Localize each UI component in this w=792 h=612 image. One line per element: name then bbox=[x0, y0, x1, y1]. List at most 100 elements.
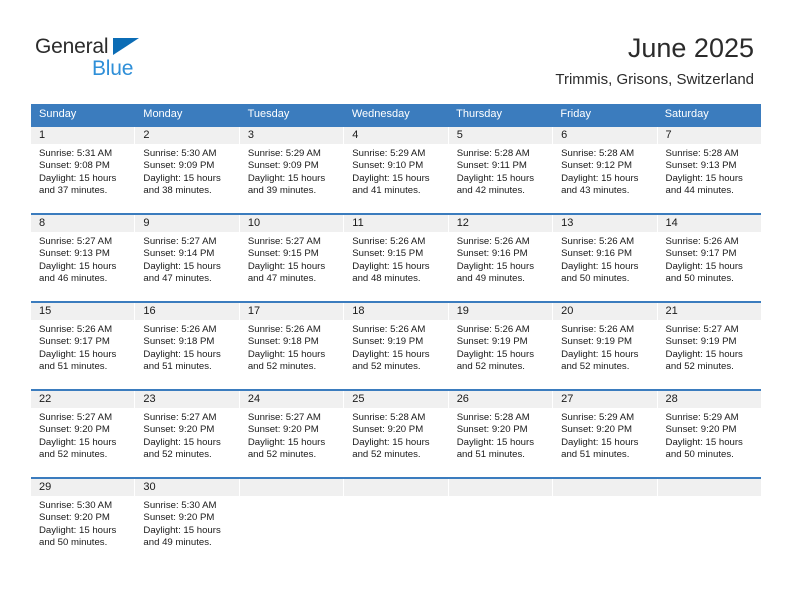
day-details: Sunrise: 5:26 AM Sunset: 9:19 PM Dayligh… bbox=[449, 320, 552, 374]
sunset-text: Sunset: 9:13 PM bbox=[39, 248, 110, 260]
daylight-text-line2: and 42 minutes. bbox=[456, 185, 525, 197]
sunset-text: Sunset: 9:17 PM bbox=[39, 336, 110, 348]
sunset-text: Sunset: 9:16 PM bbox=[561, 248, 633, 260]
day-number: 24 bbox=[239, 391, 344, 408]
day-details: Sunrise: 5:27 AM Sunset: 9:15 PM Dayligh… bbox=[240, 232, 343, 286]
day-number: 16 bbox=[135, 303, 239, 320]
sunrise-text: Sunrise: 5:28 AM bbox=[561, 148, 635, 159]
day-cell[interactable]: 12 Sunrise: 5:26 AM Sunset: 9:16 PM Dayl… bbox=[448, 215, 554, 301]
day-cell[interactable]: 19 Sunrise: 5:26 AM Sunset: 9:19 PM Dayl… bbox=[448, 303, 554, 389]
general-blue-logo[interactable]: General Blue bbox=[35, 36, 255, 88]
day-cell[interactable]: 22 Sunrise: 5:27 AM Sunset: 9:20 PM Dayl… bbox=[31, 391, 136, 477]
day-number: 19 bbox=[448, 303, 553, 320]
day-details: Sunrise: 5:27 AM Sunset: 9:19 PM Dayligh… bbox=[658, 320, 761, 374]
day-cell[interactable]: 15 Sunrise: 5:26 AM Sunset: 9:17 PM Dayl… bbox=[31, 303, 136, 389]
week-row: 29 Sunrise: 5:30 AM Sunset: 9:20 PM Dayl… bbox=[31, 477, 761, 565]
daylight-text-line1: Daylight: 15 hours bbox=[561, 172, 639, 184]
daylight-text-line1: Daylight: 15 hours bbox=[665, 172, 743, 184]
day-details: Sunrise: 5:26 AM Sunset: 9:16 PM Dayligh… bbox=[553, 232, 656, 286]
day-cell[interactable]: 1 Sunrise: 5:31 AM Sunset: 9:08 PM Dayli… bbox=[31, 127, 136, 213]
daylight-text-line2: and 44 minutes. bbox=[665, 185, 734, 197]
weekday-header-tuesday: Tuesday bbox=[247, 108, 290, 120]
sunrise-text: Sunrise: 5:27 AM bbox=[247, 412, 321, 423]
daylight-text-line1: Daylight: 15 hours bbox=[247, 348, 326, 360]
sunrise-text: Sunrise: 5:28 AM bbox=[665, 148, 739, 159]
sunrise-text: Sunrise: 5:26 AM bbox=[352, 324, 426, 335]
day-cell[interactable]: 23 Sunrise: 5:27 AM Sunset: 9:20 PM Dayl… bbox=[135, 391, 240, 477]
day-cell[interactable]: 20 Sunrise: 5:26 AM Sunset: 9:19 PM Dayl… bbox=[553, 303, 658, 389]
sunset-text: Sunset: 9:20 PM bbox=[39, 424, 110, 436]
day-cell[interactable]: 11 Sunrise: 5:26 AM Sunset: 9:15 PM Dayl… bbox=[344, 215, 449, 301]
day-number: 17 bbox=[239, 303, 344, 320]
day-cell[interactable]: 13 Sunrise: 5:26 AM Sunset: 9:16 PM Dayl… bbox=[553, 215, 658, 301]
day-cell[interactable]: 4 Sunrise: 5:29 AM Sunset: 9:10 PM Dayli… bbox=[344, 127, 449, 213]
daylight-text-line1: Daylight: 15 hours bbox=[456, 260, 535, 272]
daylight-text-line1: Daylight: 15 hours bbox=[143, 524, 221, 536]
day-details: Sunrise: 5:28 AM Sunset: 9:12 PM Dayligh… bbox=[553, 144, 656, 198]
daylight-text-line2: and 47 minutes. bbox=[143, 273, 212, 285]
daylight-text-line2: and 50 minutes. bbox=[665, 449, 734, 461]
week-row: 15 Sunrise: 5:26 AM Sunset: 9:17 PM Dayl… bbox=[31, 301, 761, 389]
day-cell[interactable]: 9 Sunrise: 5:27 AM Sunset: 9:14 PM Dayli… bbox=[135, 215, 240, 301]
day-cell[interactable]: 16 Sunrise: 5:26 AM Sunset: 9:18 PM Dayl… bbox=[135, 303, 240, 389]
daylight-text-line1: Daylight: 15 hours bbox=[39, 348, 117, 360]
daylight-text-line2: and 51 minutes. bbox=[143, 361, 212, 373]
day-number: 15 bbox=[31, 303, 135, 320]
day-details: Sunrise: 5:31 AM Sunset: 9:08 PM Dayligh… bbox=[31, 144, 134, 198]
weekday-header-wednesday: Wednesday bbox=[351, 108, 410, 120]
day-cell[interactable]: 6 Sunrise: 5:28 AM Sunset: 9:12 PM Dayli… bbox=[553, 127, 658, 213]
daylight-text-line2: and 52 minutes. bbox=[561, 361, 630, 373]
day-number: 3 bbox=[239, 127, 344, 144]
day-details: Sunrise: 5:30 AM Sunset: 9:20 PM Dayligh… bbox=[135, 496, 238, 550]
day-cell[interactable]: 25 Sunrise: 5:28 AM Sunset: 9:20 PM Dayl… bbox=[344, 391, 449, 477]
day-cell[interactable]: 2 Sunrise: 5:30 AM Sunset: 9:09 PM Dayli… bbox=[135, 127, 240, 213]
weekday-header-thursday: Thursday bbox=[456, 108, 502, 120]
day-cell[interactable]: 30 Sunrise: 5:30 AM Sunset: 9:20 PM Dayl… bbox=[135, 479, 240, 565]
day-details: Sunrise: 5:29 AM Sunset: 9:10 PM Dayligh… bbox=[344, 144, 447, 198]
day-cell[interactable]: 17 Sunrise: 5:26 AM Sunset: 9:18 PM Dayl… bbox=[239, 303, 345, 389]
day-cell[interactable]: 26 Sunrise: 5:28 AM Sunset: 9:20 PM Dayl… bbox=[448, 391, 554, 477]
day-number: 2 bbox=[135, 127, 239, 144]
day-cell[interactable]: 27 Sunrise: 5:29 AM Sunset: 9:20 PM Dayl… bbox=[553, 391, 658, 477]
page-title: June 2025 bbox=[627, 33, 754, 63]
daylight-text-line1: Daylight: 15 hours bbox=[247, 436, 326, 448]
week-row: 8 Sunrise: 5:27 AM Sunset: 9:13 PM Dayli… bbox=[31, 213, 761, 301]
day-cell[interactable]: 8 Sunrise: 5:27 AM Sunset: 9:13 PM Dayli… bbox=[31, 215, 136, 301]
day-cell[interactable]: 29 Sunrise: 5:30 AM Sunset: 9:20 PM Dayl… bbox=[31, 479, 136, 565]
day-cell[interactable]: 18 Sunrise: 5:26 AM Sunset: 9:19 PM Dayl… bbox=[344, 303, 449, 389]
sunset-text: Sunset: 9:13 PM bbox=[665, 160, 737, 172]
daylight-text-line2: and 48 minutes. bbox=[352, 273, 421, 285]
sunset-text: Sunset: 9:18 PM bbox=[247, 336, 319, 348]
daylight-text-line2: and 52 minutes. bbox=[352, 449, 421, 461]
sunrise-text: Sunrise: 5:31 AM bbox=[39, 148, 113, 159]
sunset-text: Sunset: 9:09 PM bbox=[143, 160, 215, 172]
day-cell[interactable]: 21 Sunrise: 5:27 AM Sunset: 9:19 PM Dayl… bbox=[657, 303, 761, 389]
weekday-header-saturday: Saturday bbox=[664, 108, 709, 120]
sunset-text: Sunset: 9:20 PM bbox=[561, 424, 633, 436]
sunset-text: Sunset: 9:15 PM bbox=[352, 248, 424, 260]
day-cell[interactable]: 14 Sunrise: 5:26 AM Sunset: 9:17 PM Dayl… bbox=[657, 215, 761, 301]
day-cell[interactable]: 10 Sunrise: 5:27 AM Sunset: 9:15 PM Dayl… bbox=[239, 215, 345, 301]
day-cell[interactable]: 28 Sunrise: 5:29 AM Sunset: 9:20 PM Dayl… bbox=[657, 391, 761, 477]
sunset-text: Sunset: 9:19 PM bbox=[456, 336, 528, 348]
sunset-text: Sunset: 9:19 PM bbox=[561, 336, 633, 348]
day-cell[interactable]: 5 Sunrise: 5:28 AM Sunset: 9:11 PM Dayli… bbox=[448, 127, 554, 213]
sunrise-text: Sunrise: 5:28 AM bbox=[456, 412, 530, 423]
day-details: Sunrise: 5:26 AM Sunset: 9:17 PM Dayligh… bbox=[658, 232, 761, 286]
day-details: Sunrise: 5:29 AM Sunset: 9:09 PM Dayligh… bbox=[240, 144, 343, 198]
sunset-text: Sunset: 9:17 PM bbox=[665, 248, 737, 260]
daylight-text-line2: and 52 minutes. bbox=[39, 449, 108, 461]
weekday-header-friday: Friday bbox=[560, 108, 591, 120]
daylight-text-line2: and 43 minutes. bbox=[561, 185, 630, 197]
day-cell[interactable]: 24 Sunrise: 5:27 AM Sunset: 9:20 PM Dayl… bbox=[239, 391, 345, 477]
day-details: Sunrise: 5:27 AM Sunset: 9:20 PM Dayligh… bbox=[135, 408, 238, 462]
day-cell[interactable]: 7 Sunrise: 5:28 AM Sunset: 9:13 PM Dayli… bbox=[657, 127, 761, 213]
day-cell[interactable]: 3 Sunrise: 5:29 AM Sunset: 9:09 PM Dayli… bbox=[239, 127, 345, 213]
daylight-text-line2: and 51 minutes. bbox=[39, 361, 108, 373]
sunrise-text: Sunrise: 5:30 AM bbox=[143, 148, 217, 159]
sunrise-text: Sunrise: 5:26 AM bbox=[665, 236, 739, 247]
daylight-text-line1: Daylight: 15 hours bbox=[352, 260, 430, 272]
day-number: 10 bbox=[239, 215, 344, 232]
sunset-text: Sunset: 9:20 PM bbox=[456, 424, 528, 436]
day-details: Sunrise: 5:28 AM Sunset: 9:13 PM Dayligh… bbox=[658, 144, 761, 198]
